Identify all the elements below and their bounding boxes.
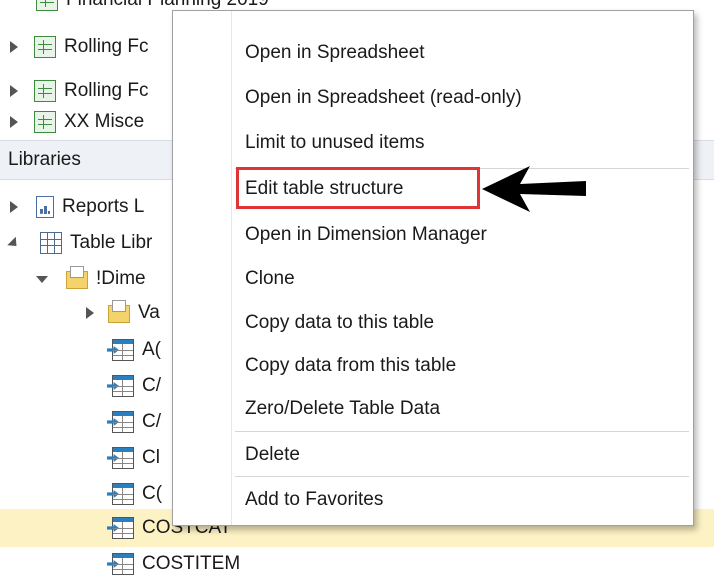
expand-arrow-icon[interactable] (86, 307, 94, 319)
table-icon (112, 553, 134, 575)
pointer-arrow-icon (482, 166, 586, 212)
table-icon (112, 483, 134, 505)
table-library-icon (40, 232, 62, 254)
menu-item-zero-delete-table-data[interactable]: Zero/Delete Table Data (231, 389, 693, 429)
context-menu: Open in Spreadsheet Open in Spreadsheet … (172, 10, 694, 526)
menu-icon-gutter (173, 11, 232, 525)
menu-separator (235, 431, 689, 432)
highlight-box (236, 167, 480, 209)
menu-item-copy-data-from-this-table[interactable]: Copy data from this table (231, 346, 693, 386)
menu-item-open-in-spreadsheet-read-only[interactable]: Open in Spreadsheet (read-only) (231, 78, 693, 118)
table-icon (112, 517, 134, 539)
spreadsheet-icon (34, 36, 56, 58)
menu-item-clone[interactable]: Clone (231, 259, 693, 299)
expand-arrow-icon[interactable] (10, 41, 18, 53)
menu-item-copy-data-to-this-table[interactable]: Copy data to this table (231, 303, 693, 343)
spreadsheet-icon (34, 80, 56, 102)
folder-icon (66, 266, 88, 289)
table-icon (112, 339, 134, 361)
menu-item-limit-to-unused-items[interactable]: Limit to unused items (231, 123, 693, 163)
table-icon (112, 411, 134, 433)
menu-item-open-in-spreadsheet[interactable]: Open in Spreadsheet (231, 33, 693, 73)
menu-item-open-in-dimension-manager[interactable]: Open in Dimension Manager (231, 215, 693, 255)
spreadsheet-icon (34, 111, 56, 133)
table-icon (112, 375, 134, 397)
expand-arrow-icon[interactable] (10, 116, 18, 128)
collapse-arrow-icon[interactable] (36, 275, 48, 283)
folder-icon (108, 300, 130, 323)
report-icon (36, 196, 54, 218)
spreadsheet-icon (36, 0, 58, 11)
menu-item-delete[interactable]: Delete (231, 435, 693, 475)
tree-item-costitem[interactable]: COSTITEM (0, 542, 714, 586)
expand-arrow-icon[interactable] (10, 201, 18, 213)
menu-item-add-to-favorites[interactable]: Add to Favorites (231, 480, 693, 520)
collapse-arrow-icon[interactable] (7, 236, 21, 250)
menu-separator (235, 476, 689, 477)
table-icon (112, 447, 134, 469)
expand-arrow-icon[interactable] (10, 85, 18, 97)
